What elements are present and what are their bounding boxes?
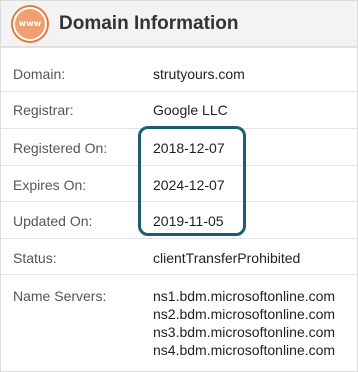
domain-label: Domain: [13, 66, 66, 82]
registered-on-label: Registered On: [13, 140, 108, 156]
row-domain: Domain: strutyours.com [1, 47, 357, 84]
name-servers-label: Name Servers: [13, 288, 107, 304]
status-label: Status: [13, 250, 57, 266]
www-icon-text: www [18, 19, 42, 28]
updated-on-label: Updated On: [13, 213, 93, 229]
name-server-1: ns1.bdm.microsoftonline.com [153, 288, 336, 304]
row-name-servers: Name Servers: ns1.bdm.microsoftonline.co… [1, 274, 357, 371]
name-server-3: ns3.bdm.microsoftonline.com [153, 324, 336, 340]
domain-info-card: www Domain Information Domain: strutyour… [0, 0, 358, 372]
row-registrar: Registrar: Google LLC [1, 91, 357, 128]
name-server-2: ns2.bdm.microsoftonline.com [153, 306, 336, 322]
domain-value: strutyours.com [153, 66, 245, 82]
dates-highlight-box [138, 126, 246, 236]
registrar-value: Google LLC [153, 102, 228, 118]
expires-on-label: Expires On: [13, 177, 87, 193]
www-globe-icon: www [13, 6, 47, 41]
registrar-label: Registrar: [13, 102, 74, 118]
row-status: Status: clientTransferProhibited [1, 238, 357, 275]
card-title: Domain Information [59, 12, 239, 34]
name-servers-list: ns1.bdm.microsoftonline.com ns2.bdm.micr… [153, 287, 335, 359]
name-server-4: ns4.bdm.microsoftonline.com [153, 342, 336, 358]
card-header: www Domain Information [1, 1, 357, 47]
status-value: clientTransferProhibited [153, 250, 301, 266]
